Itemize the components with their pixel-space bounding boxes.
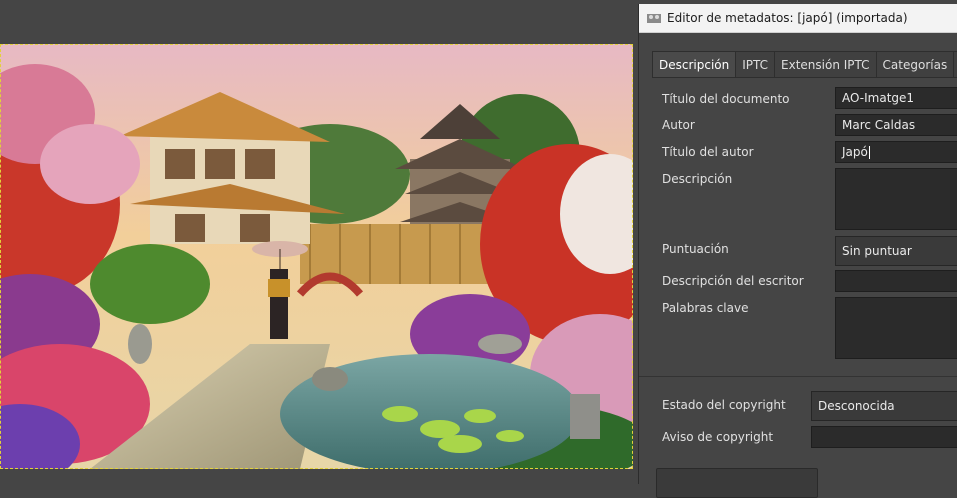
metadata-editor-dialog: Editor de metadatos: [japó] (importada) … xyxy=(638,4,957,498)
tab-iptc-extension[interactable]: Extensión IPTC xyxy=(774,51,877,77)
tab-iptc[interactable]: IPTC xyxy=(735,51,776,77)
writer-description-label: Descripción del escritor xyxy=(662,274,804,288)
keywords-label: Palabras clave xyxy=(662,301,749,315)
author-label: Autor xyxy=(662,118,695,132)
japanese-garden-painting xyxy=(0,44,633,469)
copyright-notice-label: Aviso de copyright xyxy=(662,430,774,444)
dialog-title: Editor de metadatos: [japó] (importada) xyxy=(667,11,908,25)
author-input[interactable]: Marc Caldas xyxy=(835,114,957,136)
copyright-status-label: Estado del copyright xyxy=(662,398,786,412)
keywords-textarea[interactable] xyxy=(835,297,957,359)
dialog-titlebar[interactable]: Editor de metadatos: [japó] (importada) xyxy=(639,4,957,33)
author-title-value: Japó xyxy=(842,145,868,159)
copyright-status-select[interactable]: Desconocida xyxy=(811,391,957,421)
rating-label: Puntuación xyxy=(662,242,729,256)
gimp-app-icon xyxy=(647,14,661,23)
tab-bar: Descripción IPTC Extensión IPTC Categorí… xyxy=(652,51,957,78)
bottom-button[interactable] xyxy=(656,468,818,498)
rating-select[interactable]: Sin puntuar xyxy=(835,236,957,266)
section-divider xyxy=(639,376,957,377)
tab-categories[interactable]: Categorías xyxy=(875,51,955,77)
tab-gps[interactable]: G xyxy=(953,51,957,77)
author-title-label: Título del autor xyxy=(662,145,754,159)
image-canvas[interactable] xyxy=(0,44,633,469)
author-title-input[interactable]: Japó xyxy=(835,141,957,163)
canvas-area[interactable] xyxy=(0,0,640,479)
doc-title-label: Título del documento xyxy=(662,92,790,106)
tab-description[interactable]: Descripción xyxy=(652,51,737,78)
writer-description-input[interactable] xyxy=(835,270,957,292)
copyright-notice-input[interactable] xyxy=(811,426,957,448)
description-tab-panel: Título del documento AO-Imatge1 Autor Ma… xyxy=(639,77,957,498)
text-caret xyxy=(868,145,870,159)
description-textarea[interactable] xyxy=(835,168,957,230)
doc-title-input[interactable]: AO-Imatge1 xyxy=(835,87,957,109)
description-label: Descripción xyxy=(662,172,733,186)
